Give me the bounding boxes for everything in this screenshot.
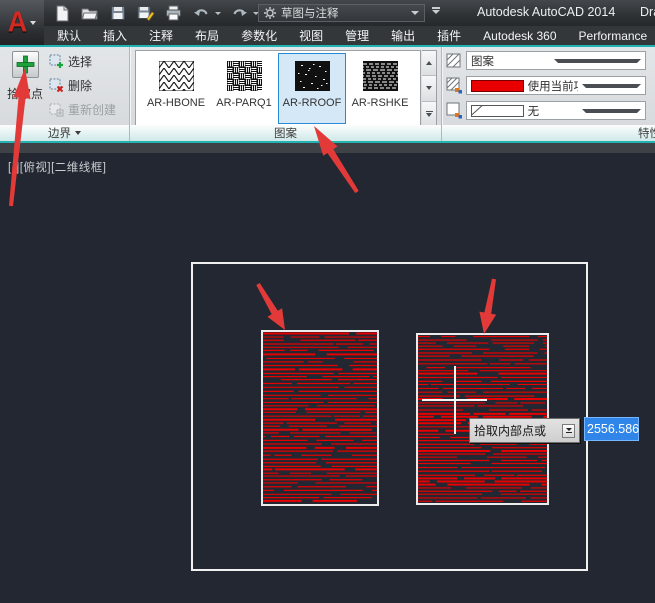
ribbon-tabs: 默认 插入 注释 布局 参数化 视图 管理 输出 插件 Autodesk 360… <box>46 26 655 45</box>
chevron-down-icon <box>582 109 641 113</box>
ar-rshke-swatch <box>363 61 398 91</box>
hatch-type-icon <box>445 52 463 69</box>
tab-insert[interactable]: 插入 <box>92 26 138 45</box>
boundary-panel: 拾取点 选择 删除 重新创建 边界 <box>0 47 129 141</box>
viewport-controls[interactable]: [-][俯视][二维线框] <box>8 159 107 175</box>
tab-performance[interactable]: Performance <box>568 26 655 45</box>
gallery-scroll-down-button[interactable] <box>422 76 436 101</box>
tab-default[interactable]: 默认 <box>46 26 92 45</box>
chevron-down-icon <box>582 84 641 88</box>
drawing-canvas[interactable]: [-][俯视][二维线框] 拾取内部点或 2556.586 <box>0 153 655 603</box>
recreate-boundary-icon <box>49 102 64 117</box>
undo-dropdown-caret[interactable] <box>215 12 221 15</box>
tab-view[interactable]: 视图 <box>288 26 334 45</box>
ar-hbone-swatch <box>159 61 194 91</box>
select-boundary-button[interactable]: 选择 <box>49 53 92 69</box>
remove-boundary-icon <box>49 78 64 93</box>
pattern-ar-rroof[interactable]: AR-RROOF <box>278 53 346 124</box>
hatched-rectangle-left[interactable] <box>261 330 379 506</box>
boundary-panel-title[interactable]: 边界 <box>0 125 129 141</box>
hatch-transparency-icon <box>445 102 463 119</box>
pattern-panel-title: 图案 <box>130 125 441 141</box>
open-file-button[interactable] <box>80 4 99 23</box>
remove-boundary-button[interactable]: 删除 <box>49 77 92 93</box>
redo-arrow-icon <box>231 6 248 21</box>
new-file-icon <box>54 5 70 22</box>
chevron-down-icon <box>411 11 419 15</box>
tab-plugins[interactable]: 插件 <box>426 26 472 45</box>
hatch-color-dropdown[interactable]: 使用当前项 <box>466 76 646 95</box>
pattern-ar-rshke[interactable]: AR-RSHKE <box>346 53 414 124</box>
ar-parq1-swatch <box>227 61 262 91</box>
recreate-boundary-button[interactable]: 重新创建 <box>49 101 116 117</box>
save-button[interactable] <box>108 4 127 23</box>
workspace-label: 草图与注释 <box>281 5 406 21</box>
save-as-button[interactable] <box>136 4 155 23</box>
chevron-down-icon <box>75 131 81 135</box>
ribbon-shadow-band <box>0 143 655 153</box>
ribbon: 拾取点 选择 删除 重新创建 边界 <box>0 47 655 143</box>
tab-autodesk-360[interactable]: Autodesk 360 <box>472 26 567 45</box>
hatch-type-dropdown[interactable]: 图案 <box>466 51 646 70</box>
chevron-down-icon <box>30 21 36 25</box>
dynamic-input-value: 2556.586 <box>587 422 639 436</box>
pick-points-label: 拾取点 <box>7 85 43 102</box>
dynamic-input-tooltip: 拾取内部点或 <box>469 418 580 443</box>
gear-icon <box>264 7 276 19</box>
tooltip-text: 拾取内部点或 <box>474 422 562 439</box>
tab-parametric[interactable]: 参数化 <box>230 26 288 45</box>
hatch-color-icon <box>445 77 463 94</box>
workspace-selector[interactable]: 草图与注释 <box>258 4 425 22</box>
pick-points-button[interactable]: 拾取点 <box>5 51 45 125</box>
gallery-expand-button[interactable] <box>422 102 436 126</box>
tab-annotate[interactable]: 注释 <box>138 26 184 45</box>
document-title: Dra <box>640 5 655 19</box>
red-color-swatch <box>471 80 524 92</box>
save-as-icon <box>137 5 155 22</box>
chevron-down-icon <box>554 59 641 63</box>
application-menu-button[interactable]: A <box>0 0 44 45</box>
undo-arrow-icon <box>193 6 210 21</box>
select-boundary-icon <box>49 54 64 69</box>
crosshair-cursor <box>454 366 456 434</box>
hatch-transparency-dropdown[interactable]: 无 <box>466 101 646 120</box>
open-folder-icon <box>81 5 99 21</box>
print-button[interactable] <box>164 4 183 23</box>
redo-button[interactable] <box>230 4 249 23</box>
chevron-down-icon <box>432 10 440 14</box>
dynamic-input-field[interactable]: 2556.586 <box>584 417 639 441</box>
hatch-pattern-gallery: AR-HBONE AR-PARQ1 <box>135 50 421 127</box>
pick-points-icon <box>12 51 39 78</box>
tab-output[interactable]: 输出 <box>380 26 426 45</box>
save-icon <box>110 5 126 21</box>
qat-overflow-button[interactable] <box>430 7 442 19</box>
gallery-scrollbar <box>422 50 437 127</box>
none-swatch <box>471 105 524 117</box>
app-title: Autodesk AutoCAD 2014 <box>477 5 615 19</box>
printer-icon <box>165 5 182 21</box>
properties-panel: 图案 使用当前项 <box>442 47 655 141</box>
recent-input-button[interactable] <box>562 424 575 438</box>
autocad-logo-icon: A <box>8 8 28 36</box>
new-file-button[interactable] <box>52 4 71 23</box>
properties-panel-title: 特性 <box>442 125 655 141</box>
undo-button[interactable] <box>192 4 211 23</box>
quick-access-toolbar <box>52 3 259 23</box>
pattern-ar-hbone[interactable]: AR-HBONE <box>142 53 210 124</box>
tab-manage[interactable]: 管理 <box>334 26 380 45</box>
tab-layout[interactable]: 布局 <box>184 26 230 45</box>
pattern-panel: AR-HBONE AR-PARQ1 <box>130 47 441 141</box>
ar-rroof-swatch <box>295 61 330 91</box>
pattern-ar-parq1[interactable]: AR-PARQ1 <box>210 53 278 124</box>
gallery-scroll-up-button[interactable] <box>422 51 436 76</box>
ar-rroof-hatch <box>263 332 377 504</box>
